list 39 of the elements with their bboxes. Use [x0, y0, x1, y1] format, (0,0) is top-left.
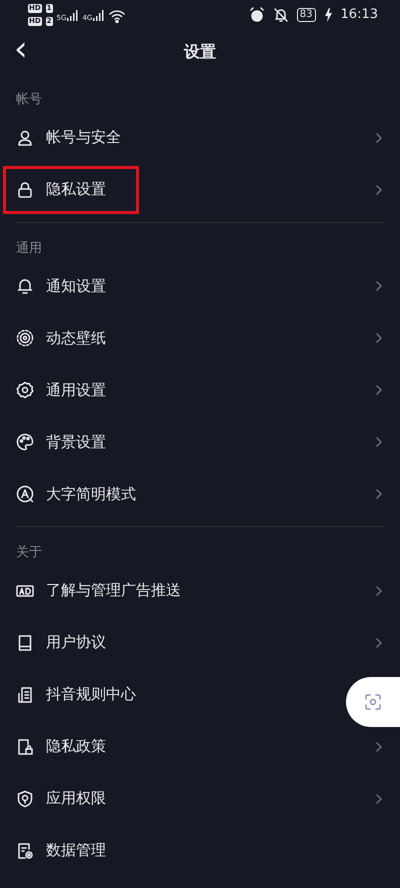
settings-item[interactable]: 隐私政策 [0, 720, 400, 772]
bell-icon [16, 277, 34, 295]
settings-item[interactable]: 了解与管理广告推送 [0, 564, 400, 616]
bell-off-icon [272, 7, 289, 23]
book-icon [16, 634, 34, 652]
settings-item[interactable]: 通用设置 [0, 364, 400, 416]
battery-level: 83 [296, 8, 316, 22]
back-button[interactable]: ‹ [8, 34, 34, 64]
alarm-icon [248, 7, 265, 23]
status-time: 16:13 [340, 6, 378, 24]
settings-item[interactable]: 数据管理 [0, 824, 340, 876]
file-gear-icon [16, 842, 34, 860]
signal-icon [66, 8, 78, 22]
scan-icon [364, 693, 382, 711]
palette-icon [16, 433, 34, 451]
settings-item[interactable]: 动态壁纸 [0, 312, 400, 364]
lock-icon [16, 180, 34, 198]
signal-icon [92, 8, 104, 22]
settings-item[interactable]: 背景设置 [0, 416, 400, 468]
document-icon [16, 686, 34, 704]
scan-button[interactable] [346, 677, 400, 727]
letter-a-circle-icon [16, 485, 34, 503]
file-lock-icon [16, 738, 34, 756]
settings-item[interactable]: 抖音规则中心 [0, 668, 340, 720]
settings-item[interactable]: 应用权限 [0, 772, 400, 824]
section-label: 帐号 [15, 91, 43, 109]
settings-item[interactable]: 大字简明模式 [0, 468, 400, 520]
section-label: 关于 [15, 544, 43, 562]
settings-item[interactable]: 通知设置 [0, 260, 400, 312]
dotted-ring-icon [16, 329, 34, 347]
settings-item[interactable]: 隐私设置 [0, 164, 400, 216]
gear-icon [16, 381, 34, 399]
person-icon [16, 128, 34, 146]
settings-item[interactable]: 用户协议 [0, 616, 400, 668]
shield-icon [16, 790, 34, 808]
wifi-icon [108, 8, 126, 22]
section-label: 通用 [15, 240, 43, 258]
page-title: 设置 [184, 41, 216, 63]
settings-item[interactable]: 帐号与安全 [0, 112, 400, 164]
